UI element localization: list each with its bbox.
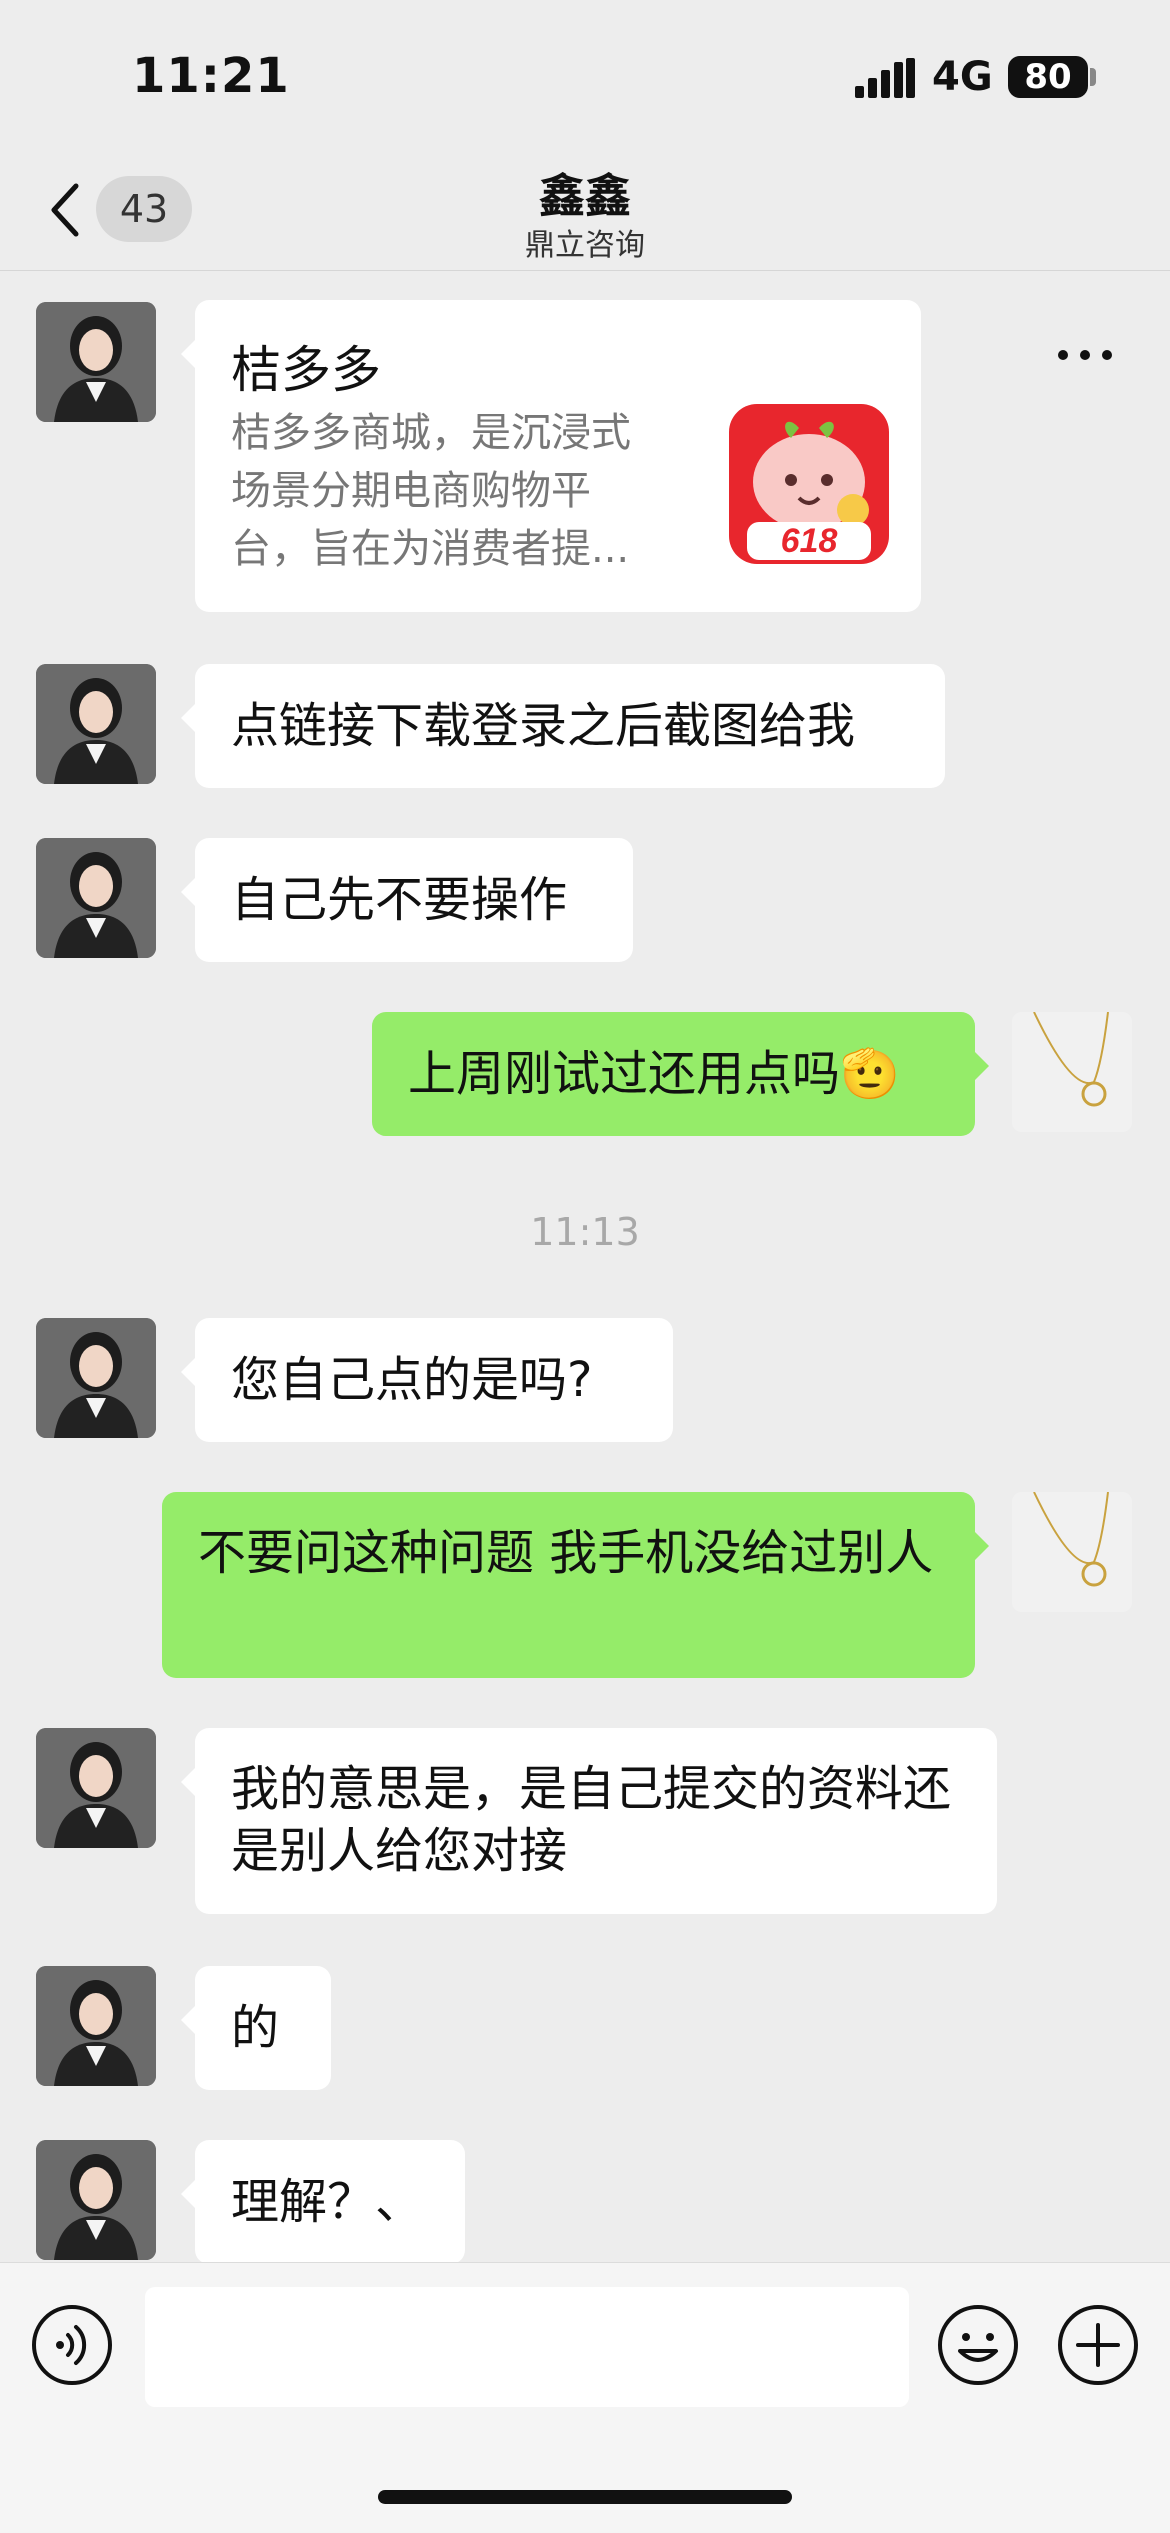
received-message[interactable]: 我的意思是，是自己提交的资料还是别人给您对接 (181, 1728, 997, 1914)
plus-icon[interactable] (1056, 2303, 1140, 2387)
sent-message[interactable]: 不要问这种问题 我手机没给过别人 (162, 1492, 989, 1678)
received-message[interactable]: 理解？、 (181, 2140, 465, 2264)
contact-avatar[interactable] (36, 302, 156, 422)
received-message[interactable]: 的 (181, 1966, 331, 2090)
contact-avatar[interactable] (36, 2140, 156, 2260)
chat-title: 鑫鑫 (539, 169, 631, 223)
link-card-description: 桔多多商城，是沉浸式场景分期电商购物平台，旨在为消费者提... (231, 410, 631, 572)
contact-avatar[interactable] (36, 1966, 156, 2086)
contact-avatar[interactable] (36, 664, 156, 784)
my-avatar[interactable] (1012, 1492, 1132, 1612)
contact-avatar[interactable] (36, 1728, 156, 1848)
svg-text:618: 618 (781, 522, 838, 560)
link-share-card[interactable]: 桔多多 桔多多商城，是沉浸式场景分期电商购物平台，旨在为消费者提... 618 (181, 300, 921, 612)
received-message[interactable]: 点链接下载登录之后截图给我 (181, 664, 945, 788)
necklace-avatar-icon (1012, 1012, 1132, 1132)
contact-avatar[interactable] (36, 838, 156, 958)
app-logo-icon: 618 (729, 404, 889, 564)
network-type: 4G (932, 54, 993, 100)
voice-input-icon[interactable] (30, 2303, 114, 2387)
link-card-title: 桔多多 (231, 341, 381, 399)
person-avatar-icon (36, 664, 156, 784)
received-message[interactable]: 自己先不要操作 (181, 838, 633, 962)
my-avatar[interactable] (1012, 1012, 1132, 1132)
chat-subtitle: 鼎立咨询 (525, 228, 645, 263)
message-text-field[interactable] (145, 2287, 909, 2407)
battery-level: 80 (1008, 56, 1088, 98)
person-avatar-icon (36, 1728, 156, 1848)
more-options-icon[interactable] (1055, 340, 1115, 370)
contact-avatar[interactable] (36, 1318, 156, 1438)
necklace-avatar-icon (1012, 1492, 1132, 1612)
battery-icon (1090, 68, 1096, 86)
status-bar: 11:21 4G 80 (0, 0, 1170, 150)
sent-message[interactable]: 上周刚试过还用点吗🫡 (372, 1012, 989, 1136)
person-avatar-icon (36, 302, 156, 422)
person-avatar-icon (36, 1318, 156, 1438)
person-avatar-icon (36, 1966, 156, 2086)
person-avatar-icon (36, 2140, 156, 2260)
signal-icon (855, 58, 915, 98)
home-indicator (378, 2490, 792, 2504)
person-avatar-icon (36, 838, 156, 958)
status-time: 11:21 (132, 48, 290, 104)
emoji-icon[interactable] (936, 2303, 1020, 2387)
received-message[interactable]: 您自己点的是吗? (181, 1318, 673, 1442)
message-timestamp: 11:13 (530, 1210, 640, 1254)
